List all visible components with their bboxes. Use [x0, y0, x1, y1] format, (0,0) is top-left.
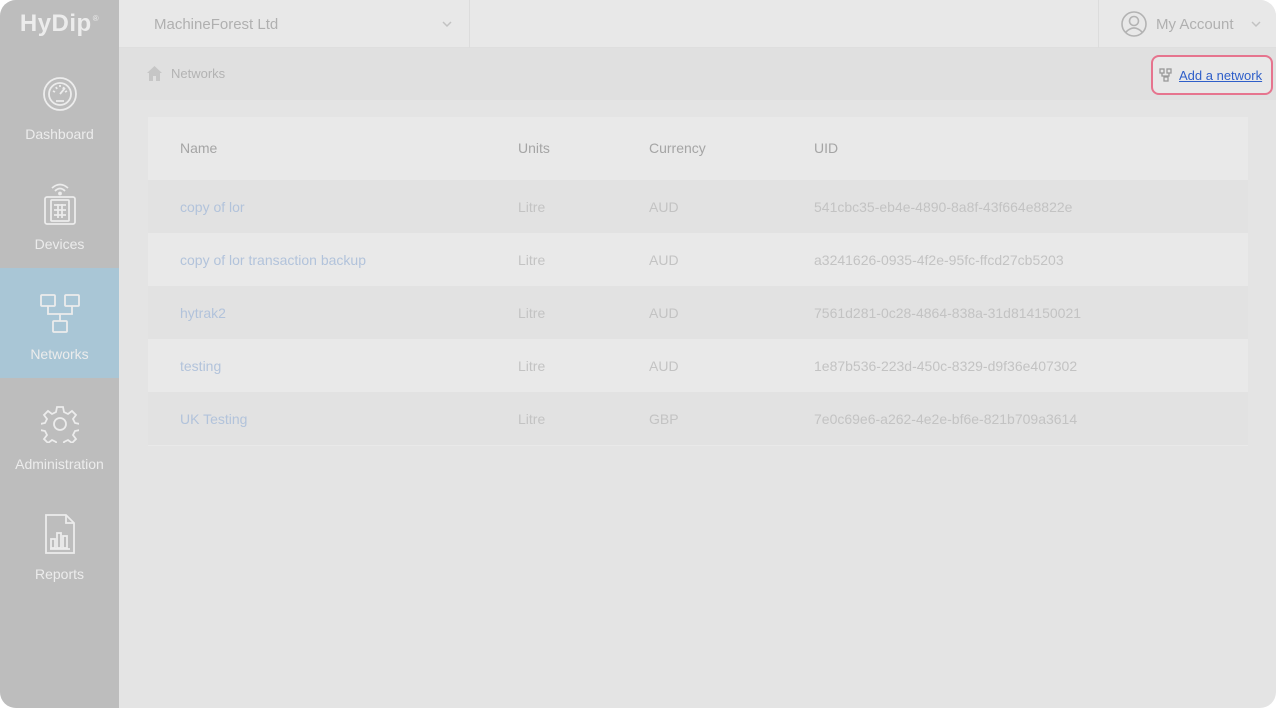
uid-cell: 7e0c69e6-a262-4e2e-bf6e-821b709a3614: [814, 411, 1078, 427]
top-bar: MachineForest Ltd My Account: [119, 0, 1276, 48]
table-row[interactable]: UK Testing Litre GBP 7e0c69e6-a262-4e2e-…: [148, 392, 1248, 445]
account-label: My Account: [1156, 15, 1234, 33]
currency-cell: AUD: [649, 305, 679, 321]
registered-mark: ®: [92, 13, 100, 23]
sidebar-item-label: Devices: [34, 236, 85, 252]
chevron-down-icon: [441, 17, 453, 34]
sidebar: HyDip ® Dashboard Devices Networks Admin…: [0, 0, 119, 708]
uid-cell: 1e87b536-223d-450c-8329-d9f36e407302: [814, 358, 1078, 374]
uid-cell: 541cbc35-eb4e-4890-8a8f-43f664e8822e: [814, 199, 1073, 215]
column-header-uid[interactable]: UID: [814, 140, 838, 156]
currency-cell: AUD: [649, 358, 679, 374]
units-cell: Litre: [518, 358, 546, 374]
app-logo[interactable]: HyDip ®: [0, 0, 119, 48]
app-window: HyDip ® Dashboard Devices Networks Admin…: [0, 0, 1276, 708]
breadcrumb-current: Networks: [171, 66, 226, 81]
table-row[interactable]: copy of lor Litre AUD 541cbc35-eb4e-4890…: [148, 180, 1248, 233]
units-cell: Litre: [518, 305, 546, 321]
add-network-label: Add a network: [1179, 67, 1263, 83]
network-name-link[interactable]: testing: [180, 358, 221, 374]
sidebar-item-dashboard[interactable]: Dashboard: [0, 48, 119, 158]
account-menu[interactable]: My Account: [1098, 0, 1276, 48]
network-name-link[interactable]: hytrak2: [180, 305, 226, 321]
networks-table: Name Units Currency UID copy of lor Litr…: [148, 117, 1248, 446]
user-icon: [1121, 11, 1147, 37]
device-icon: [42, 183, 78, 225]
table-header: Name Units Currency UID: [148, 117, 1248, 180]
units-cell: Litre: [518, 252, 546, 268]
sidebar-item-label: Dashboard: [25, 126, 94, 142]
currency-cell: GBP: [649, 411, 679, 427]
units-cell: Litre: [518, 411, 546, 427]
table-row[interactable]: copy of lor transaction backup Litre AUD…: [148, 233, 1248, 286]
organization-select[interactable]: MachineForest Ltd: [119, 0, 470, 48]
sidebar-item-label: Administration: [15, 456, 104, 472]
network-name-link[interactable]: copy of lor transaction backup: [180, 252, 366, 268]
breadcrumb-bar: Networks Add a network: [119, 48, 1276, 100]
currency-cell: AUD: [649, 252, 679, 268]
column-header-units[interactable]: Units: [518, 140, 550, 156]
currency-cell: AUD: [649, 199, 679, 215]
column-header-currency[interactable]: Currency: [649, 140, 706, 156]
table-row[interactable]: testing Litre AUD 1e87b536-223d-450c-832…: [148, 339, 1248, 392]
sidebar-item-devices[interactable]: Devices: [0, 158, 119, 268]
breadcrumb: Networks: [146, 65, 225, 82]
add-network-button[interactable]: Add a network: [1151, 55, 1273, 95]
add-network-icon: [1159, 68, 1173, 82]
network-name-link[interactable]: UK Testing: [180, 411, 247, 427]
sidebar-item-label: Networks: [30, 346, 89, 362]
logo-text: HyDip: [19, 10, 92, 37]
network-icon: [39, 294, 80, 334]
network-name-link[interactable]: copy of lor: [180, 199, 245, 215]
sidebar-item-networks[interactable]: Networks: [0, 268, 119, 378]
units-cell: Litre: [518, 199, 546, 215]
sidebar-item-label: Reports: [34, 566, 85, 582]
sidebar-item-administration[interactable]: Administration: [0, 378, 119, 488]
column-header-name[interactable]: Name: [180, 140, 217, 156]
chevron-down-icon: [1250, 17, 1262, 34]
gear-icon: [40, 404, 79, 444]
report-icon: [44, 514, 76, 554]
home-icon[interactable]: [146, 65, 163, 82]
sidebar-item-reports[interactable]: Reports: [0, 488, 119, 598]
table-row[interactable]: hytrak2 Litre AUD 7561d281-0c28-4864-838…: [148, 286, 1248, 339]
uid-cell: a3241626-0935-4f2e-95fc-ffcd27cb5203: [814, 252, 1064, 268]
organization-name: MachineForest Ltd: [154, 15, 279, 33]
uid-cell: 7561d281-0c28-4864-838a-31d814150021: [814, 305, 1082, 321]
gauge-icon: [42, 74, 78, 114]
